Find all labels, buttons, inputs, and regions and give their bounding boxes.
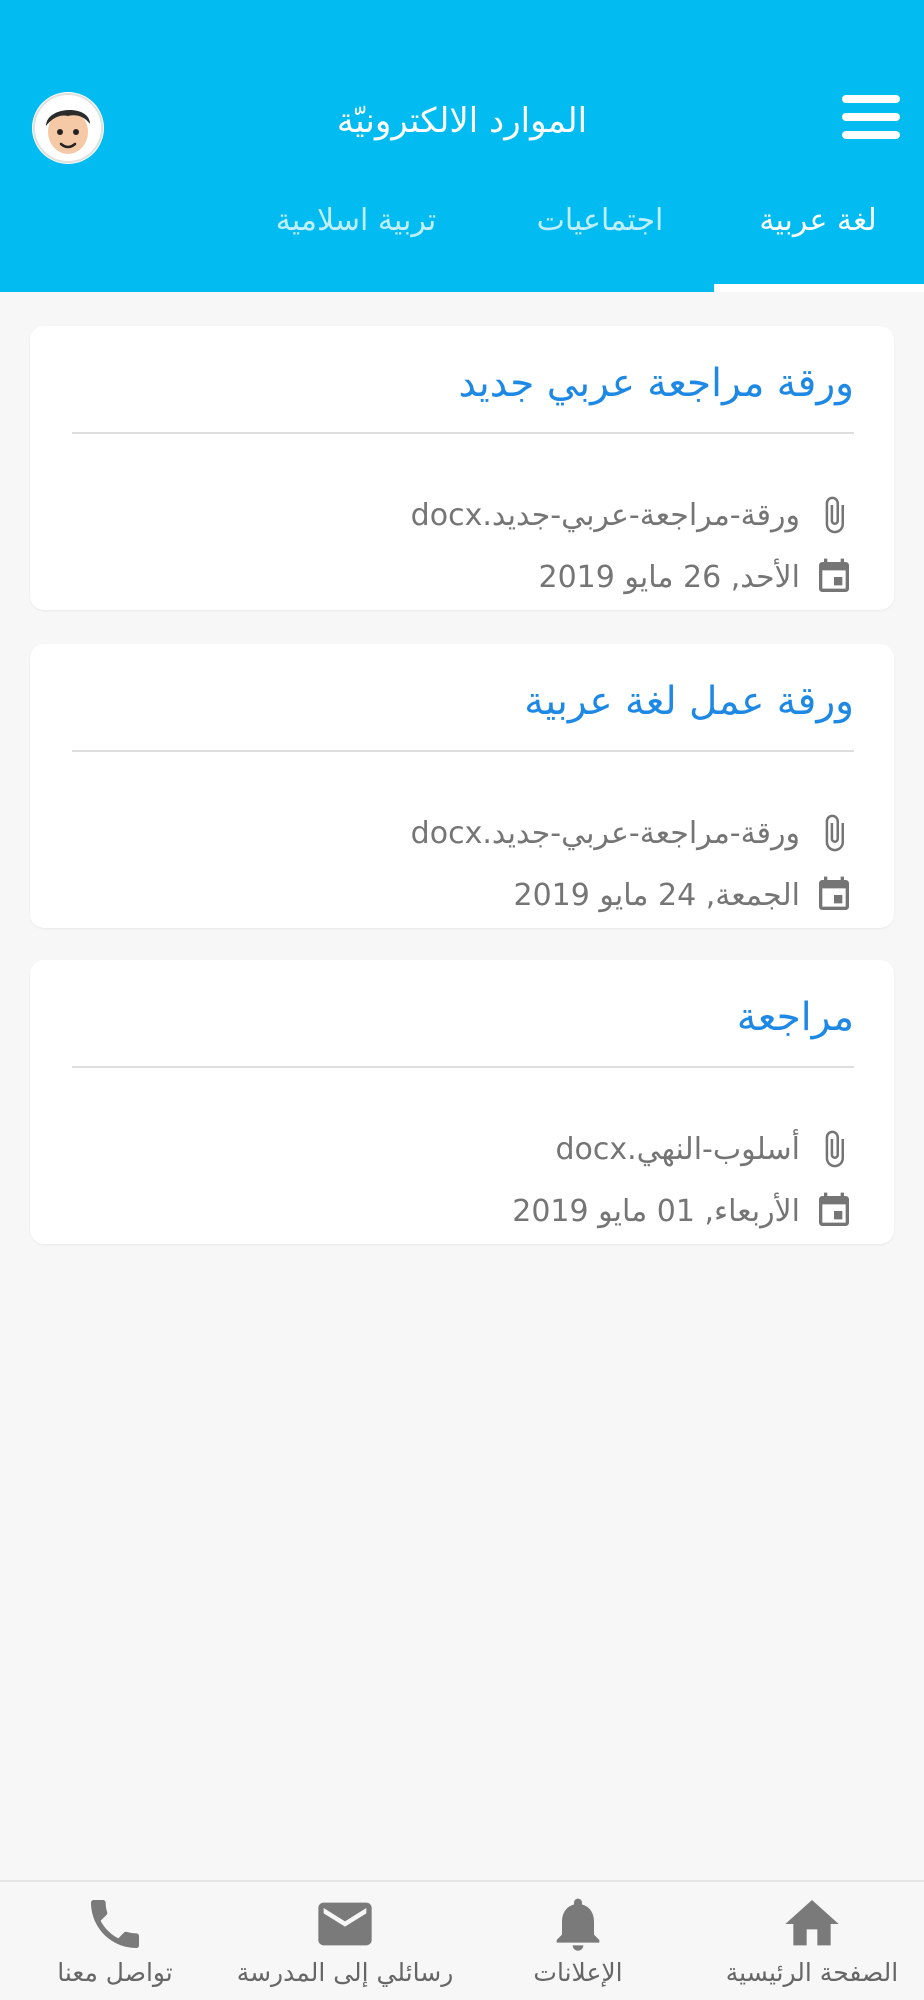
divider xyxy=(72,750,854,752)
resource-title[interactable]: ورقة عمل لغة عربية xyxy=(524,674,854,730)
divider xyxy=(72,1066,854,1068)
resource-date: الأحد, 26 مايو 2019 xyxy=(538,559,801,595)
nav-messages-label: رسائلي إلى المدرسة xyxy=(236,1958,454,1987)
resource-card[interactable]: ورقة عمل لغة عربية ورقة-مراجعة-عربي-جديد… xyxy=(30,644,894,928)
tab-islamic-education[interactable]: تربية اسلامية xyxy=(256,196,456,246)
attachment-row[interactable]: ورقة-مراجعة-عربي-جديد.docx xyxy=(411,808,854,858)
resource-date: الجمعة, 24 مايو 2019 xyxy=(513,877,800,913)
attachment-filename: ورقة-مراجعة-عربي-جديد.docx xyxy=(410,497,800,533)
page-title: الموارد الالكترونيّة xyxy=(336,101,588,141)
calendar-icon xyxy=(819,558,849,592)
avatar-icon xyxy=(33,93,103,163)
resource-title[interactable]: ورقة مراجعة عربي جديد xyxy=(458,356,854,412)
resource-card[interactable]: مراجعة أسلوب-النهي.docx الأربعاء, 01 ماي… xyxy=(30,960,894,1244)
paperclip-icon xyxy=(825,496,844,534)
paperclip-icon xyxy=(825,1130,844,1168)
attachment-filename: أسلوب-النهي.docx xyxy=(555,1131,800,1167)
tab-social-studies[interactable]: اجتماعيات xyxy=(510,196,690,246)
attachment-row[interactable]: ورقة-مراجعة-عربي-جديد.docx xyxy=(411,490,854,540)
bell-icon xyxy=(556,1898,600,1951)
home-icon xyxy=(785,1900,839,1946)
menu-icon[interactable] xyxy=(842,95,900,139)
nav-home[interactable]: الصفحة الرئيسية xyxy=(700,1882,924,2000)
date-row: الأحد, 26 مايو 2019 xyxy=(539,552,855,602)
divider xyxy=(72,432,854,434)
date-row: الجمعة, 24 مايو 2019 xyxy=(513,870,854,920)
resource-title[interactable]: مراجعة xyxy=(737,990,854,1046)
nav-contact-label: تواصل معنا xyxy=(57,1958,173,1987)
attachment-row[interactable]: أسلوب-النهي.docx xyxy=(555,1124,854,1174)
calendar-icon xyxy=(819,876,849,910)
resource-card[interactable]: ورقة مراجعة عربي جديد ورقة-مراجعة-عربي-ج… xyxy=(30,326,894,610)
tab-arabic[interactable]: لغة عربية xyxy=(738,196,898,246)
phone-icon xyxy=(91,1900,139,1948)
date-row: الأربعاء, 01 مايو 2019 xyxy=(512,1186,854,1236)
calendar-icon xyxy=(819,1192,849,1226)
nav-messages[interactable]: رسائلي إلى المدرسة xyxy=(230,1882,460,2000)
app-header: الموارد الالكترونيّة لغة عربية اجتماعيات… xyxy=(0,0,924,292)
paperclip-icon xyxy=(825,814,844,852)
page: الموارد الالكترونيّة لغة عربية اجتماعيات… xyxy=(0,0,924,2000)
mail-icon xyxy=(318,1902,372,1946)
attachment-filename: ورقة-مراجعة-عربي-جديد.docx xyxy=(410,815,800,851)
nav-announcements-label: الإعلانات xyxy=(533,1958,623,1987)
avatar[interactable] xyxy=(32,92,104,164)
tab-indicator xyxy=(714,284,924,292)
nav-announcements[interactable]: الإعلانات xyxy=(480,1882,676,2000)
nav-home-label: الصفحة الرئيسية xyxy=(725,1958,899,1987)
bottom-navigation: الصفحة الرئيسية الإعلانات رسائلي إلى الم… xyxy=(0,1880,924,2000)
resource-date: الأربعاء, 01 مايو 2019 xyxy=(512,1193,800,1229)
nav-contact[interactable]: تواصل معنا xyxy=(20,1882,210,2000)
